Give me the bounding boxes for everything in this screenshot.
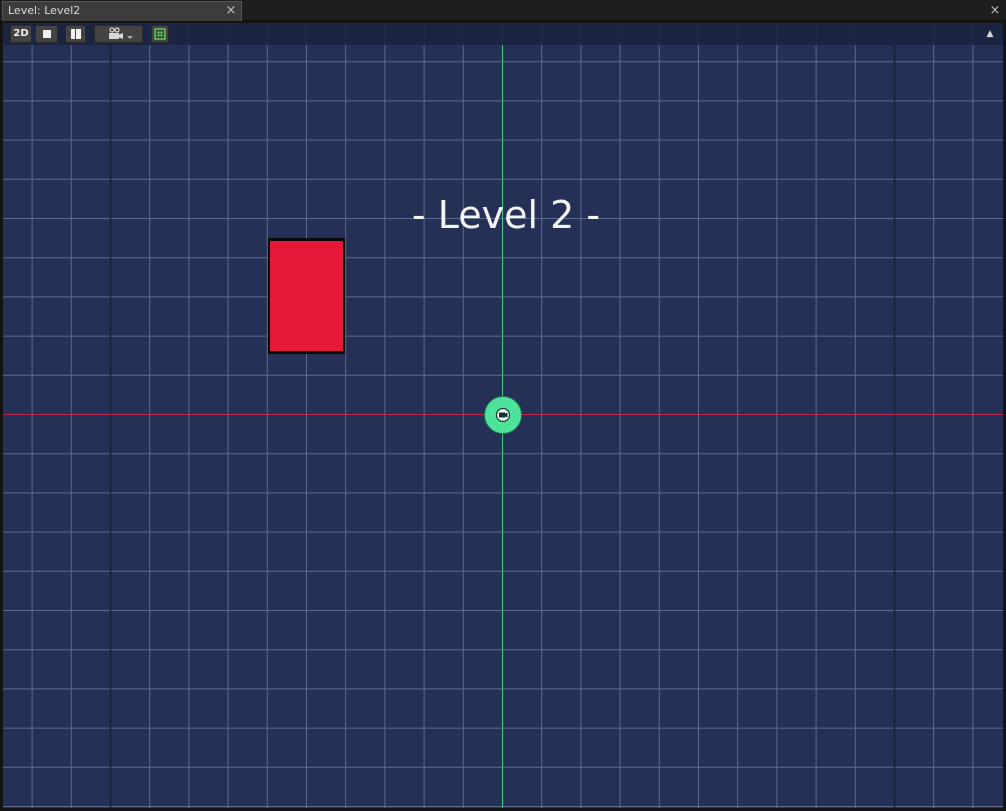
level-viewport[interactable]: - Level 2 - (3, 23, 1003, 808)
square-view-button[interactable] (35, 25, 58, 43)
camera-icon (108, 27, 133, 39)
tab-level2[interactable]: Level: Level2 × (2, 1, 242, 21)
tab-close-icon[interactable]: × (225, 2, 237, 20)
window-close-icon[interactable]: × (989, 2, 1001, 20)
red-block-sprite[interactable] (268, 238, 345, 354)
camera-icon (495, 407, 511, 423)
camera-dropdown-button[interactable] (94, 25, 143, 43)
level-title-text[interactable]: - Level 2 - (406, 193, 606, 237)
chevron-down-icon (126, 36, 133, 39)
document-tab-bar: Level: Level2 × × (0, 0, 1006, 21)
grid-snap-button[interactable] (151, 25, 169, 43)
grid-snap-icon (154, 28, 166, 40)
camera-gizmo[interactable] (484, 396, 522, 434)
split-view-button[interactable] (65, 25, 86, 43)
collapse-toolbar-icon[interactable]: ▲ (983, 25, 997, 43)
viewport-toolbar: 2D ▲ (3, 23, 1003, 45)
mode-2d-button[interactable]: 2D (10, 25, 32, 43)
tab-label: Level: Level2 (8, 4, 81, 17)
